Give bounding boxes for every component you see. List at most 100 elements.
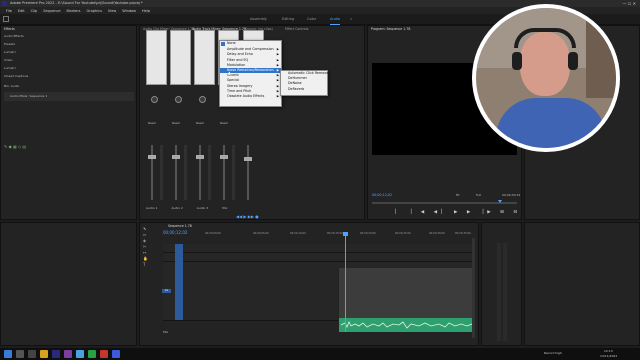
channel-name: Mix <box>222 206 228 210</box>
ruler-label: 00;00;05;00 <box>253 232 269 235</box>
program-transport-controls[interactable]: ▏ ▕ ◀ ◀▏ ▶ ▶ ▕▶ ⊞ ⊟ <box>395 210 521 215</box>
app-icon[interactable] <box>76 350 84 358</box>
submenu-item[interactable]: DeReverb <box>281 87 327 92</box>
bin-label: Bin: Audio <box>4 84 20 88</box>
read-label[interactable]: Read <box>196 121 204 125</box>
timeline-scrollbar[interactable] <box>472 238 475 338</box>
menu-markers[interactable]: Markers <box>67 9 81 13</box>
window-controls[interactable]: — ☐ ✕ <box>623 1 636 6</box>
app-icon[interactable] <box>100 350 108 358</box>
pan-knob[interactable] <box>151 96 158 103</box>
menu-item-none[interactable]: None <box>220 41 281 46</box>
clock-date[interactable]: 13/11/2021 <box>600 354 617 358</box>
start-icon[interactable] <box>4 350 12 358</box>
audio-track-area[interactable] <box>339 268 474 318</box>
read-label[interactable]: Read <box>148 121 156 125</box>
audio-clip[interactable] <box>339 318 474 332</box>
effects-item[interactable]: Audio Effects <box>4 34 44 38</box>
source-patch-a1[interactable]: A1 <box>162 289 171 293</box>
project-panel <box>0 222 137 346</box>
menu-file[interactable]: File <box>6 9 12 13</box>
workspace-more[interactable]: » <box>350 14 352 24</box>
playhead-handle[interactable] <box>343 232 348 236</box>
ruler-label: 00;00;10;00 <box>290 232 306 235</box>
effects-panel: Effects Audio Effects Presets Lumetri Vi… <box>0 25 137 220</box>
effects-item[interactable]: Lumetri <box>4 66 44 70</box>
premiere-icon[interactable] <box>52 350 60 358</box>
program-timecode[interactable]: 00;00;12;02 <box>372 193 392 197</box>
app-icon[interactable] <box>112 350 120 358</box>
audio-target-indicators[interactable] <box>175 270 183 320</box>
volume-fader[interactable] <box>220 145 240 200</box>
person-shirt <box>496 98 606 148</box>
ruler-label: 00;00;15;00 <box>327 232 343 235</box>
effects-item[interactable]: Lumetri <box>4 50 44 54</box>
audio-meter-right <box>503 243 507 341</box>
timeline-tools[interactable]: ⬉ ⇔ ◈ ✂ ↔ ✋ T <box>143 226 150 268</box>
tab-effects[interactable]: Effects <box>4 27 15 31</box>
workspace-audio[interactable]: Audio <box>330 14 340 25</box>
app-icon[interactable] <box>64 350 72 358</box>
read-label[interactable]: Read <box>220 121 228 125</box>
taskview-icon[interactable] <box>28 350 36 358</box>
program-zoom[interactable]: Full <box>476 193 481 197</box>
menu-window[interactable]: Window <box>122 9 136 13</box>
read-label[interactable]: Read <box>172 121 180 125</box>
search-icon[interactable] <box>16 350 24 358</box>
mixer-effect-slots[interactable] <box>194 30 215 85</box>
record-label: Record high <box>544 351 562 355</box>
volume-fader[interactable] <box>196 145 216 200</box>
window-title: Adobe Premiere Pro 2022 - E:\Sound For Y… <box>10 1 143 5</box>
tab-sequence[interactable]: Sequence 1.78 <box>168 224 192 228</box>
track-target-indicators[interactable] <box>175 244 183 270</box>
workspace-color[interactable]: Color <box>307 14 316 24</box>
home-icon[interactable] <box>3 16 9 22</box>
clock-time[interactable]: 12:13 <box>604 349 613 353</box>
pan-knob[interactable] <box>175 96 182 103</box>
mix-track-label: Mix <box>163 330 169 334</box>
sequence-timecode[interactable]: 00;00;12;02 <box>163 230 187 235</box>
ruler-label: 00;00;00;00 <box>205 232 221 235</box>
whatsapp-icon[interactable] <box>88 350 96 358</box>
time-ruler[interactable]: 00;00;00;00 00;00;05;00 00;00;10;00 00;0… <box>205 232 475 238</box>
track-a2[interactable]: A2 <box>163 292 338 307</box>
pan-knob[interactable] <box>199 96 206 103</box>
workspace-assembly[interactable]: Assembly <box>250 14 267 24</box>
track-v2[interactable]: V2 <box>163 253 473 262</box>
program-playhead[interactable] <box>498 200 502 203</box>
panel-tool-icons[interactable]: ✎ ◆ ▦ ◇ ▤ <box>4 144 26 149</box>
timeline-playhead[interactable] <box>345 232 346 332</box>
program-duration: 00;00;30;12 <box>502 193 521 197</box>
workspace-editing[interactable]: Editing <box>282 14 294 24</box>
track-a1[interactable]: A1 <box>163 270 338 293</box>
webcam-feed <box>476 8 616 148</box>
tab-effect-controls[interactable]: Effect Controls <box>285 27 308 31</box>
volume-fader[interactable] <box>172 145 192 200</box>
noise-reduction-submenu: Automatic Click Remover DeHummer DeNoise… <box>280 70 330 96</box>
explorer-icon[interactable] <box>40 350 48 358</box>
effects-item[interactable]: Presets <box>4 42 44 46</box>
menu-sequence[interactable]: Sequence <box>43 9 60 13</box>
track-a3[interactable]: A3 <box>163 306 338 321</box>
menu-item-obsolete[interactable]: Obsolete Audio Effects ▶ <box>220 94 281 99</box>
ruler-label: 00;00;20;00 <box>360 232 376 235</box>
master-fader[interactable] <box>244 145 264 200</box>
track-v3[interactable]: V3 <box>163 244 473 253</box>
effects-item[interactable]: Video <box>4 58 44 62</box>
menu-help[interactable]: Help <box>142 9 150 13</box>
menu-view[interactable]: View <box>108 9 116 13</box>
mixer-effect-slots[interactable] <box>170 30 191 85</box>
mixer-effect-slots[interactable] <box>146 30 167 85</box>
program-scrub-bar[interactable] <box>372 202 517 204</box>
bin-clip-row[interactable]: Audio Mixer: Sequence 1 <box>4 92 134 101</box>
submenu-arrow-icon: ▶ <box>276 93 279 98</box>
audio-meter-left <box>497 243 501 341</box>
program-fit[interactable]: Fit <box>456 193 460 197</box>
volume-fader[interactable] <box>148 145 168 200</box>
effects-item[interactable]: Closed Captions <box>4 74 44 78</box>
mixer-transport-controls[interactable]: ◀◀ ▶ ▶▶ ● <box>236 214 259 219</box>
menu-graphics[interactable]: Graphics <box>86 9 101 13</box>
menu-clip[interactable]: Clip <box>31 9 38 13</box>
tab-program[interactable]: Program: Sequence 1.78 <box>371 27 410 31</box>
menu-edit[interactable]: Edit <box>18 9 25 13</box>
